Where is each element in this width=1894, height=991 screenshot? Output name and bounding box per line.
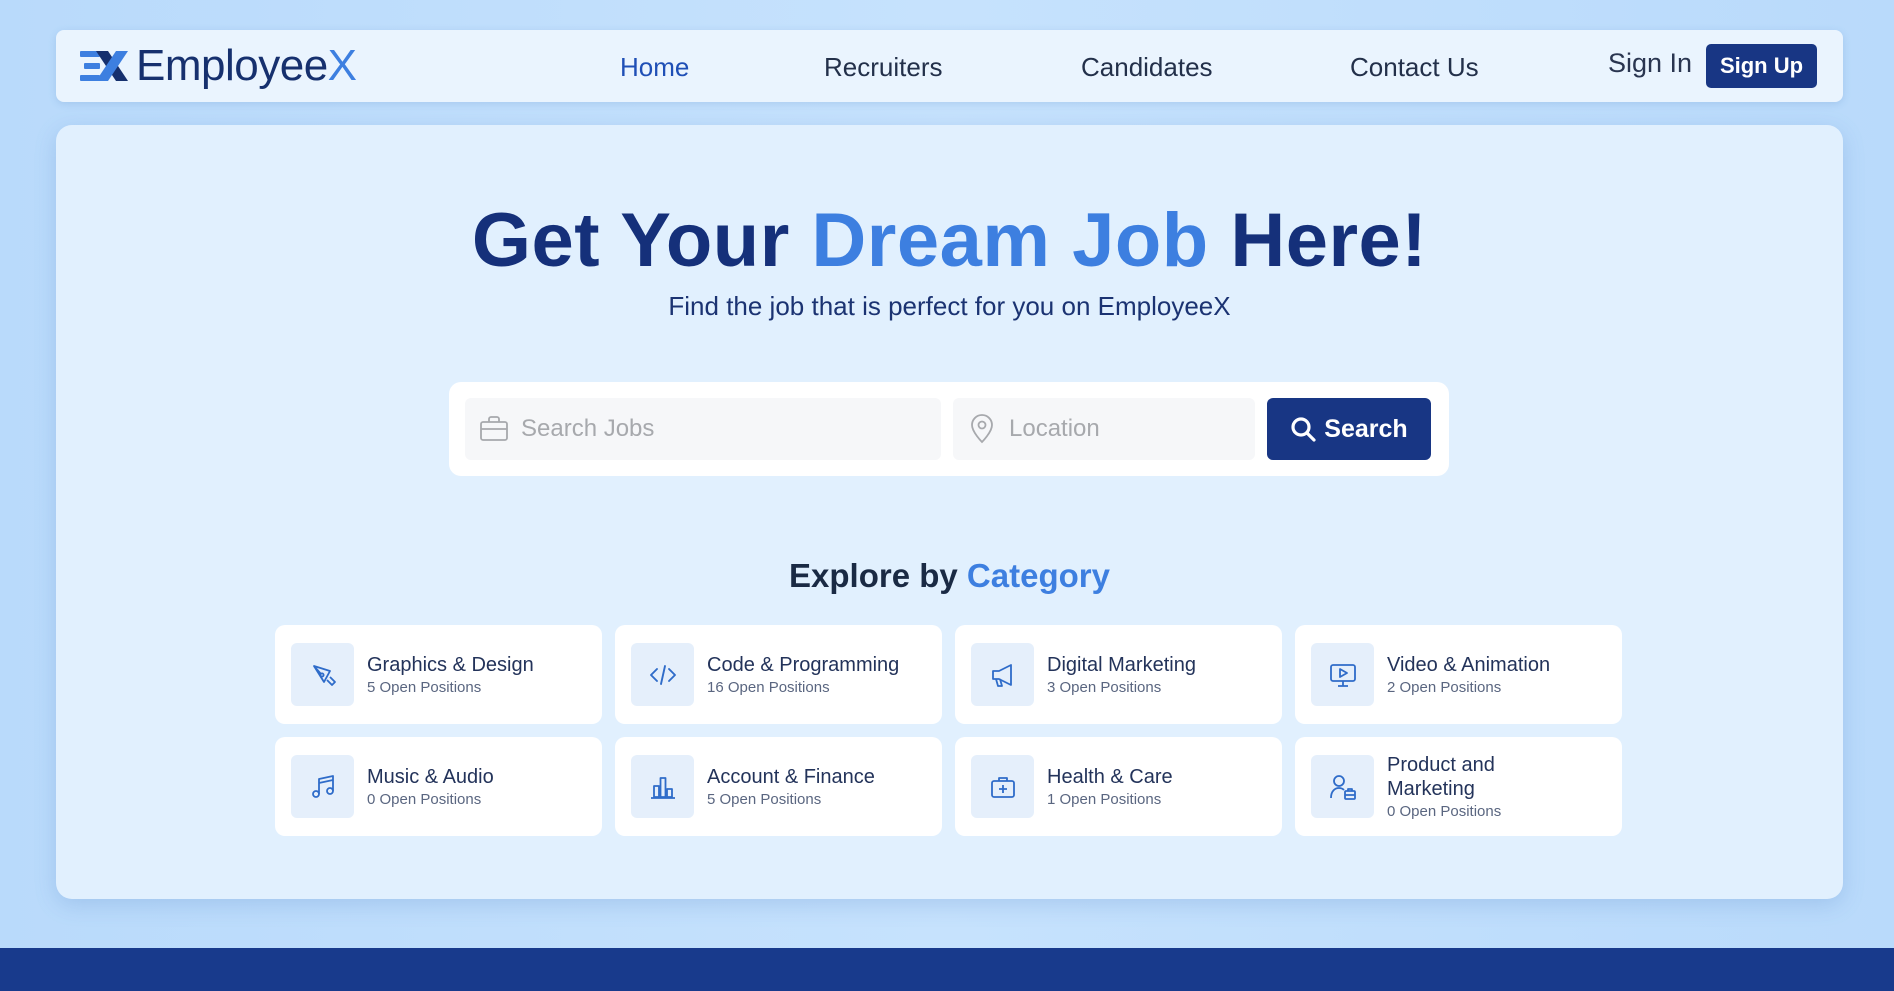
- category-name: Code & Programming: [707, 654, 900, 676]
- megaphone-icon: [991, 663, 1012, 687]
- location-input[interactable]: [1009, 415, 1255, 443]
- category-card-music-audio[interactable]: Music & Audio 0 Open Positions: [275, 737, 602, 836]
- hero-panel: Get Your Dream Job Here! Find the job th…: [56, 125, 1843, 899]
- hero-subtitle: Find the job that is perfect for you on …: [668, 291, 1231, 321]
- bar-chart-icon: [650, 776, 675, 799]
- search-icon: [1291, 417, 1316, 442]
- category-count: 1 Open Positions: [1047, 791, 1162, 808]
- sign-up-button[interactable]: Sign Up: [1706, 44, 1817, 88]
- category-count: 3 Open Positions: [1047, 679, 1162, 696]
- search-jobs-field[interactable]: [465, 398, 941, 460]
- nav-link-candidates[interactable]: Candidates: [1081, 52, 1213, 83]
- nav-link-contact-us[interactable]: Contact Us: [1350, 52, 1479, 83]
- medical-kit-icon: [990, 776, 1015, 798]
- category-grid: Graphics & Design 5 Open Positions Code …: [275, 625, 1622, 837]
- category-card-account-finance[interactable]: Account & Finance 5 Open Positions: [615, 737, 942, 836]
- location-pin-icon: [971, 414, 993, 444]
- logo-mark-icon: [80, 51, 128, 81]
- category-card-health-care[interactable]: Health & Care 1 Open Positions: [955, 737, 1282, 836]
- user-briefcase-icon: [1329, 774, 1356, 800]
- hero-title: Get Your Dream Job Here!: [471, 198, 1428, 283]
- category-card-digital-marketing[interactable]: Digital Marketing 3 Open Positions: [955, 625, 1282, 724]
- code-icon: [649, 664, 676, 685]
- search-button-label: Search: [1324, 414, 1408, 443]
- search-jobs-input[interactable]: [521, 415, 941, 443]
- category-card-product-marketing[interactable]: Product and Marketing 0 Open Positions: [1295, 737, 1622, 836]
- briefcase-icon: [480, 416, 508, 441]
- category-count: 2 Open Positions: [1387, 679, 1502, 696]
- category-card-graphics-design[interactable]: Graphics & Design 5 Open Positions: [275, 625, 602, 724]
- category-count: 5 Open Positions: [707, 791, 822, 808]
- search-bar: Search: [449, 382, 1449, 476]
- category-name: Video & Animation: [1387, 654, 1551, 676]
- category-count: 16 Open Positions: [707, 679, 830, 696]
- category-name: Digital Marketing: [1047, 654, 1196, 676]
- category-count: 5 Open Positions: [367, 679, 482, 696]
- brand-name: EmployeeX: [136, 41, 357, 90]
- sign-in-link[interactable]: Sign In: [1608, 48, 1692, 79]
- category-card-code-programming[interactable]: Code & Programming 16 Open Positions: [615, 625, 942, 724]
- category-name: Health & Care: [1047, 766, 1173, 788]
- location-field[interactable]: [953, 398, 1255, 460]
- category-name: Product and Marketing: [1387, 754, 1495, 800]
- navbar: EmployeeX Home Recruiters Candidates Con…: [56, 30, 1843, 102]
- music-note-icon: [311, 774, 334, 798]
- footer-band: [0, 948, 1894, 991]
- brand-logo[interactable]: EmployeeX: [80, 38, 357, 94]
- video-monitor-icon: [1329, 663, 1356, 687]
- explore-heading: Explore by Category: [789, 557, 1110, 594]
- category-name: Graphics & Design: [367, 654, 534, 676]
- category-count: 0 Open Positions: [367, 791, 482, 808]
- category-count: 0 Open Positions: [1387, 803, 1502, 820]
- category-card-video-animation[interactable]: Video & Animation 2 Open Positions: [1295, 625, 1622, 724]
- category-name: Account & Finance: [707, 766, 875, 788]
- pen-tool-icon: [312, 664, 336, 686]
- category-name: Music & Audio: [367, 766, 494, 788]
- search-button[interactable]: Search: [1267, 398, 1431, 460]
- nav-link-recruiters[interactable]: Recruiters: [824, 52, 942, 83]
- nav-link-home[interactable]: Home: [620, 52, 689, 83]
